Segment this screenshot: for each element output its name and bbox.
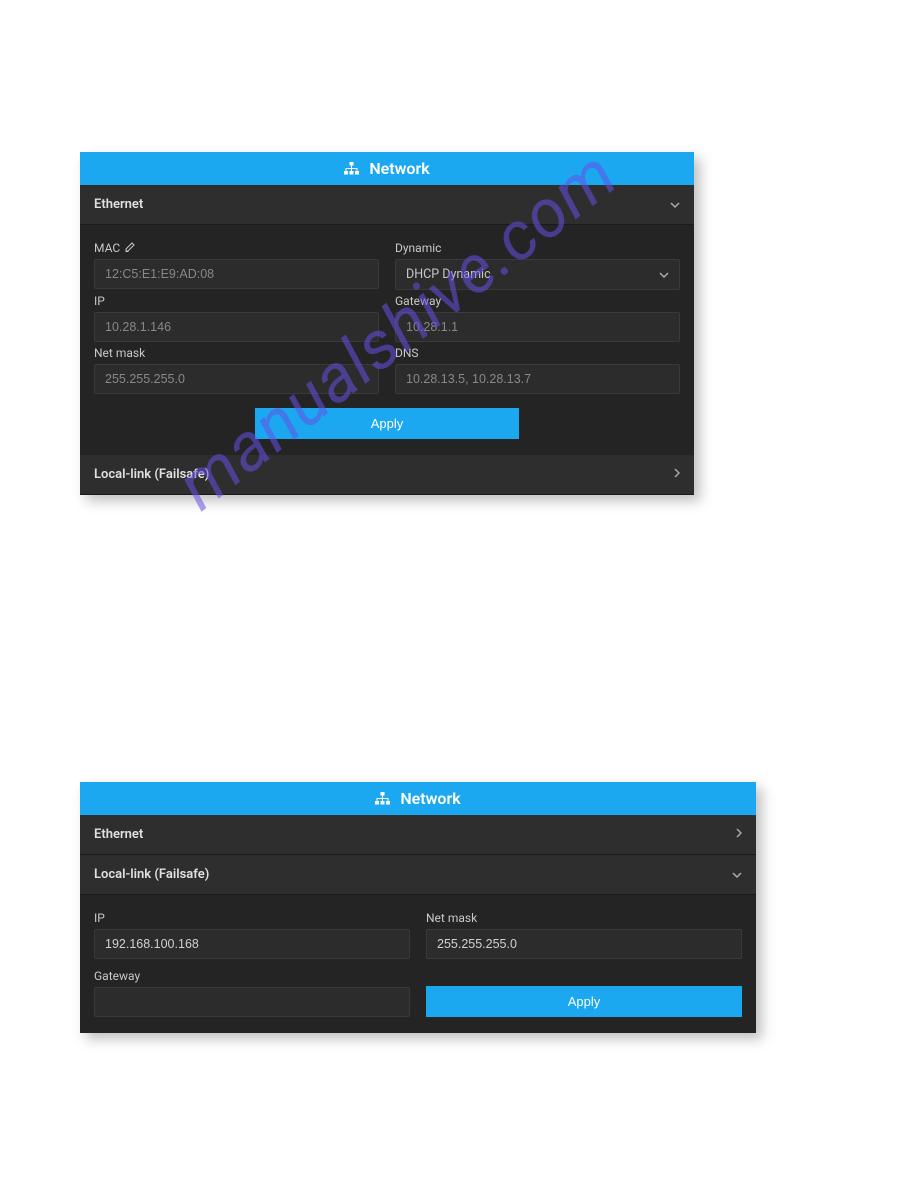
locallink-title: Local-link (Failsafe) bbox=[94, 867, 209, 882]
ethernet-section-header[interactable]: Ethernet bbox=[80, 185, 694, 225]
gateway-label: Gateway bbox=[94, 969, 410, 983]
network-panel-2: Network Ethernet Local-link (Failsafe) I… bbox=[80, 782, 756, 1033]
locallink-section-body: IP Net mask Gateway Apply bbox=[80, 895, 756, 1033]
dns-label: DNS bbox=[395, 346, 680, 360]
locallink-section-header[interactable]: Local-link (Failsafe) bbox=[80, 455, 694, 495]
dns-input[interactable] bbox=[395, 364, 680, 394]
mac-input[interactable] bbox=[94, 259, 379, 289]
ethernet-section-body: MAC Dynamic DHCP Dynamic IP bbox=[80, 225, 694, 455]
chevron-down-icon bbox=[670, 198, 680, 211]
network-icon bbox=[344, 162, 359, 175]
dynamic-select[interactable]: DHCP Dynamic bbox=[395, 259, 680, 290]
network-icon bbox=[375, 792, 390, 805]
mac-label: MAC bbox=[94, 241, 379, 255]
gateway-input[interactable] bbox=[94, 987, 410, 1017]
ethernet-section-header[interactable]: Ethernet bbox=[80, 815, 756, 855]
gateway-label: Gateway bbox=[395, 294, 680, 308]
ip-label: IP bbox=[94, 911, 410, 925]
panel-title: Network bbox=[369, 159, 429, 178]
dynamic-label: Dynamic bbox=[395, 241, 680, 255]
chevron-right-icon bbox=[674, 468, 680, 481]
chevron-down-icon bbox=[659, 267, 669, 282]
edit-icon[interactable] bbox=[125, 242, 135, 255]
ip-label: IP bbox=[94, 294, 379, 308]
locallink-section-header[interactable]: Local-link (Failsafe) bbox=[80, 855, 756, 895]
ethernet-title: Ethernet bbox=[94, 197, 143, 212]
chevron-right-icon bbox=[736, 828, 742, 841]
gateway-input[interactable] bbox=[395, 312, 680, 342]
ip-input[interactable] bbox=[94, 929, 410, 959]
netmask-input[interactable] bbox=[94, 364, 379, 394]
apply-button[interactable]: Apply bbox=[426, 986, 742, 1017]
panel-title: Network bbox=[400, 789, 460, 808]
netmask-label: Net mask bbox=[94, 346, 379, 360]
apply-button[interactable]: Apply bbox=[255, 408, 519, 439]
netmask-input[interactable] bbox=[426, 929, 742, 959]
locallink-title: Local-link (Failsafe) bbox=[94, 467, 209, 482]
netmask-label: Net mask bbox=[426, 911, 742, 925]
ip-input[interactable] bbox=[94, 312, 379, 342]
panel-header: Network bbox=[80, 782, 756, 815]
panel-header: Network bbox=[80, 152, 694, 185]
ethernet-title: Ethernet bbox=[94, 827, 143, 842]
chevron-down-icon bbox=[732, 868, 742, 881]
dynamic-value: DHCP Dynamic bbox=[406, 267, 491, 282]
network-panel-1: Network Ethernet MAC Dynamic DHCP Dynami bbox=[80, 152, 694, 495]
